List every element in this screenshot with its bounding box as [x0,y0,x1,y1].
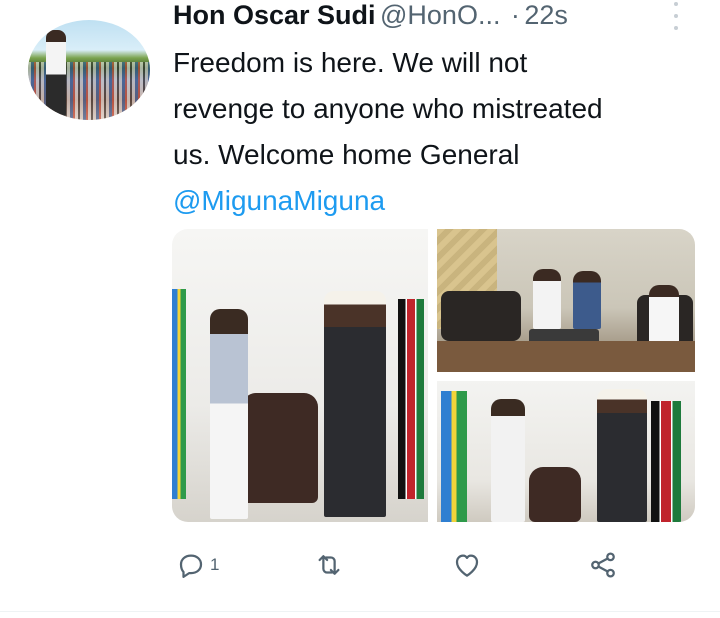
photo-3[interactable] [437,381,695,522]
person-seated-2 [573,271,601,329]
flag-right [398,299,424,499]
photo-1[interactable] [172,229,428,522]
divider [0,611,720,612]
tweet-text-line: us. Welcome home General [173,139,520,170]
photo-2[interactable] [437,229,695,372]
tweet[interactable]: Hon Oscar Sudi @HonO... · 22s Freedom is… [0,0,720,618]
flag-right-2 [651,401,681,522]
display-name[interactable]: Hon Oscar Sudi [173,0,376,30]
armchair [242,393,318,503]
retweet-button[interactable] [314,545,344,585]
reply-icon [179,554,203,578]
avatar-figure [46,30,66,116]
flag-left-2 [441,391,467,522]
person-white [210,309,248,519]
share-icon [591,552,615,578]
reply-button[interactable]: 1 [176,545,219,585]
person-suit [324,291,386,517]
action-bar: 1 [0,545,720,595]
tweet-text-line: revenge to anyone who mistreated [173,93,603,124]
heart-icon [455,554,479,577]
timestamp[interactable]: 22s [524,0,568,30]
tweet-header: Hon Oscar Sudi @HonO... · 22s [173,0,568,34]
armchair-2 [529,467,581,522]
person-white-2 [491,399,525,522]
user-handle[interactable]: @HonO... [380,0,500,30]
share-button[interactable] [588,545,618,585]
person-suit-2 [597,389,647,522]
retweet-icon [318,555,340,575]
floor [437,341,695,372]
sofa-left [441,291,521,341]
media-grid [172,229,695,522]
more-dot [674,2,678,6]
more-dot [674,26,678,30]
more-options-icon[interactable] [668,2,684,30]
like-button[interactable] [452,545,482,585]
tweet-text-line: Freedom is here. We will not [173,47,528,78]
more-dot [674,14,678,18]
tweet-text: Freedom is here. We will not revenge to … [173,40,703,224]
separator-dot: · [510,0,520,30]
person-seated-1 [533,269,561,329]
mention-link[interactable]: @MigunaMiguna [173,178,703,224]
reply-count: 1 [210,555,220,574]
flag-left [172,289,186,499]
avatar[interactable] [28,20,150,120]
